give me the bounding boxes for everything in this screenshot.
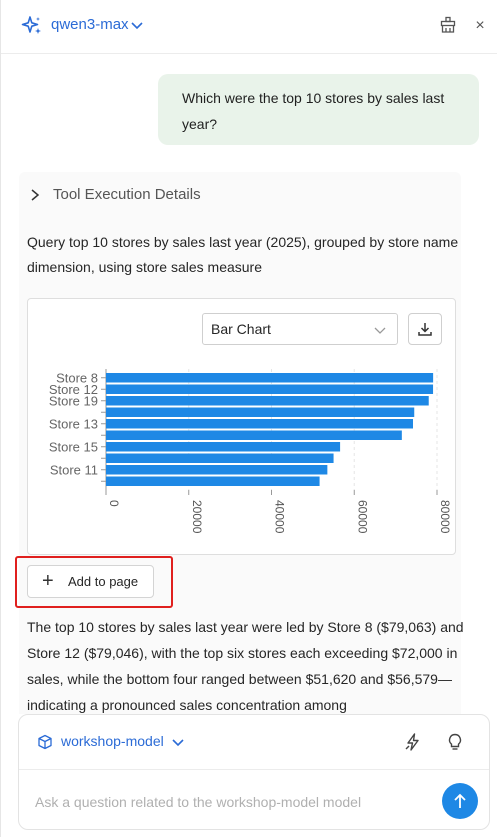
y-tick-label: Store 15: [49, 439, 98, 454]
bar: [106, 430, 402, 440]
x-tick-label: 60000: [355, 500, 369, 534]
add-to-page-label: Add to page: [68, 574, 139, 589]
tool-execution-label: Tool Execution Details: [53, 186, 201, 203]
cube-icon: [38, 734, 52, 750]
x-tick-label: 20000: [190, 500, 204, 534]
bar: [106, 396, 429, 406]
workspace-model-selector[interactable]: workshop-model: [61, 733, 164, 749]
composer-divider: [19, 769, 489, 770]
model-selector-label[interactable]: qwen3-max: [51, 16, 129, 33]
bar: [106, 384, 434, 394]
arrow-up-icon: [454, 793, 466, 808]
chat-panel: qwen3-max × Which were the top 10 stores…: [0, 0, 497, 837]
composer: workshop-model: [18, 714, 490, 830]
bar: [106, 373, 434, 383]
x-tick-label: 40000: [273, 500, 287, 534]
y-tick-label: Store 11: [50, 462, 98, 477]
download-button[interactable]: [408, 313, 442, 345]
close-button[interactable]: ×: [471, 16, 489, 36]
bar: [106, 465, 328, 475]
plus-icon: +: [42, 570, 54, 592]
bar: [106, 407, 415, 417]
x-tick-label: 80000: [438, 500, 452, 534]
query-description: Query top 10 stores by sales last year (…: [27, 234, 459, 275]
tool-execution-toggle[interactable]: Tool Execution Details: [29, 184, 429, 206]
sparkle-icon: [21, 16, 41, 34]
chart-type-select[interactable]: Bar Chart: [202, 313, 398, 345]
bar: [106, 419, 414, 429]
send-button[interactable]: [442, 783, 478, 819]
conversation-area[interactable]: Which were the top 10 stores by sales la…: [1, 54, 497, 714]
bar: [106, 476, 320, 486]
y-tick-label: Store 13: [49, 416, 98, 431]
lightning-icon[interactable]: [403, 732, 423, 752]
y-tick-label: Store 19: [49, 393, 98, 408]
user-message: Which were the top 10 stores by sales la…: [158, 74, 479, 145]
lightbulb-icon[interactable]: [445, 732, 465, 752]
chevron-down-icon[interactable]: [170, 734, 186, 750]
chart-container: Bar Chart 0 20000 40000 60000 80000 Store 8 St…: [27, 298, 456, 555]
bar: [106, 442, 341, 452]
download-icon: [418, 323, 432, 336]
top-bar: qwen3-max ×: [1, 0, 497, 54]
x-tick-label: 0: [107, 500, 121, 507]
chevron-down-icon: [374, 327, 386, 334]
chevron-down-icon[interactable]: [129, 17, 145, 33]
ask-input[interactable]: [33, 787, 427, 817]
answer-summary: The top 10 stores by sales last year wer…: [27, 619, 464, 713]
chart-type-value: Bar Chart: [211, 321, 271, 337]
bar: [106, 453, 334, 463]
add-to-page-button[interactable]: + Add to page: [27, 565, 154, 598]
chevron-right-icon: [31, 189, 40, 201]
bar-chart: 0 20000 40000 60000 80000Store 8Store 12Stor…: [49, 369, 452, 534]
broom-icon[interactable]: [439, 16, 457, 34]
